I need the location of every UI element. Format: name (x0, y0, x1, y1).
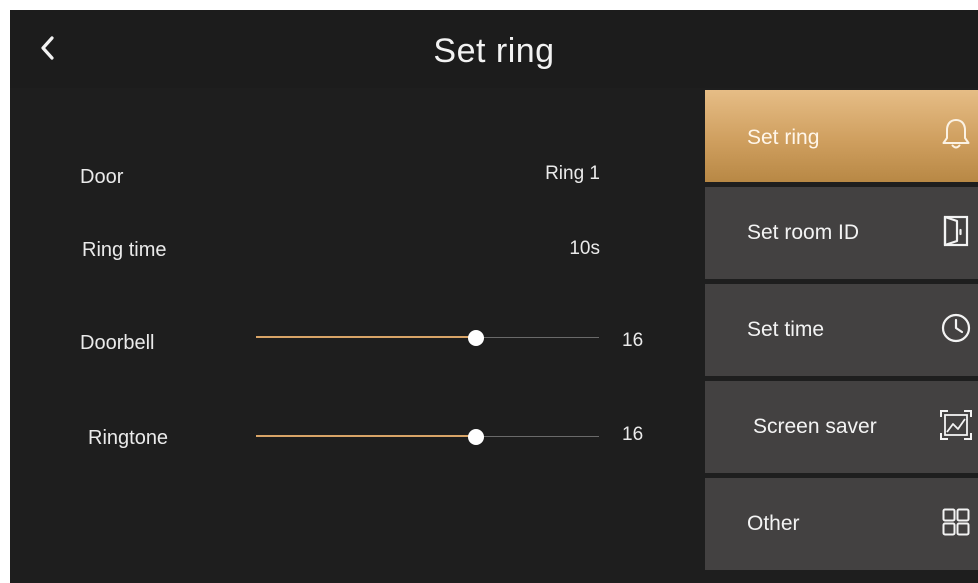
clock-icon (938, 310, 974, 346)
doorbell-label: Doorbell (80, 332, 155, 354)
slider-thumb[interactable] (467, 330, 484, 346)
slider-fill (256, 336, 476, 338)
header-bar: Set ring (10, 10, 978, 88)
menu-item-label: Screen saver (753, 415, 877, 438)
menu-item-label: Set room ID (747, 221, 860, 244)
ringtone-value: 16 (622, 424, 644, 445)
ring-time-label: Ring time (82, 239, 167, 261)
door-label: Door (80, 166, 124, 188)
door-icon (938, 213, 974, 249)
page-title: Set ring (433, 32, 555, 70)
menu-item-label: Set ring (747, 126, 820, 149)
slider-fill (256, 435, 476, 437)
app-screen: Set ring Door Ring 1 Ring time 10s Doorb… (10, 10, 978, 583)
bell-icon (938, 116, 974, 152)
doorbell-slider[interactable] (256, 328, 599, 348)
grid-icon (938, 504, 974, 540)
ringtone-slider[interactable] (256, 427, 599, 447)
menu-item-set-room-id[interactable]: Set room ID (705, 187, 978, 279)
screen-saver-icon (938, 407, 974, 443)
menu-item-set-time[interactable]: Set time (705, 284, 978, 376)
menu-item-screen-saver[interactable]: Screen saver (705, 381, 978, 473)
ringtone-label: Ringtone (88, 427, 169, 449)
slider-thumb[interactable] (467, 429, 484, 445)
doorbell-value: 16 (622, 330, 644, 351)
settings-panel: Door Ring 1 Ring time 10s Doorbell 16 Ri… (10, 88, 700, 583)
menu-item-set-ring[interactable]: Set ring (705, 90, 978, 182)
menu-item-other[interactable]: Other (705, 478, 978, 570)
door-value[interactable]: Ring 1 (545, 163, 600, 185)
ring-time-value[interactable]: 10s (569, 238, 600, 260)
menu-item-label: Other (747, 512, 800, 535)
menu-item-label: Set time (747, 318, 825, 341)
